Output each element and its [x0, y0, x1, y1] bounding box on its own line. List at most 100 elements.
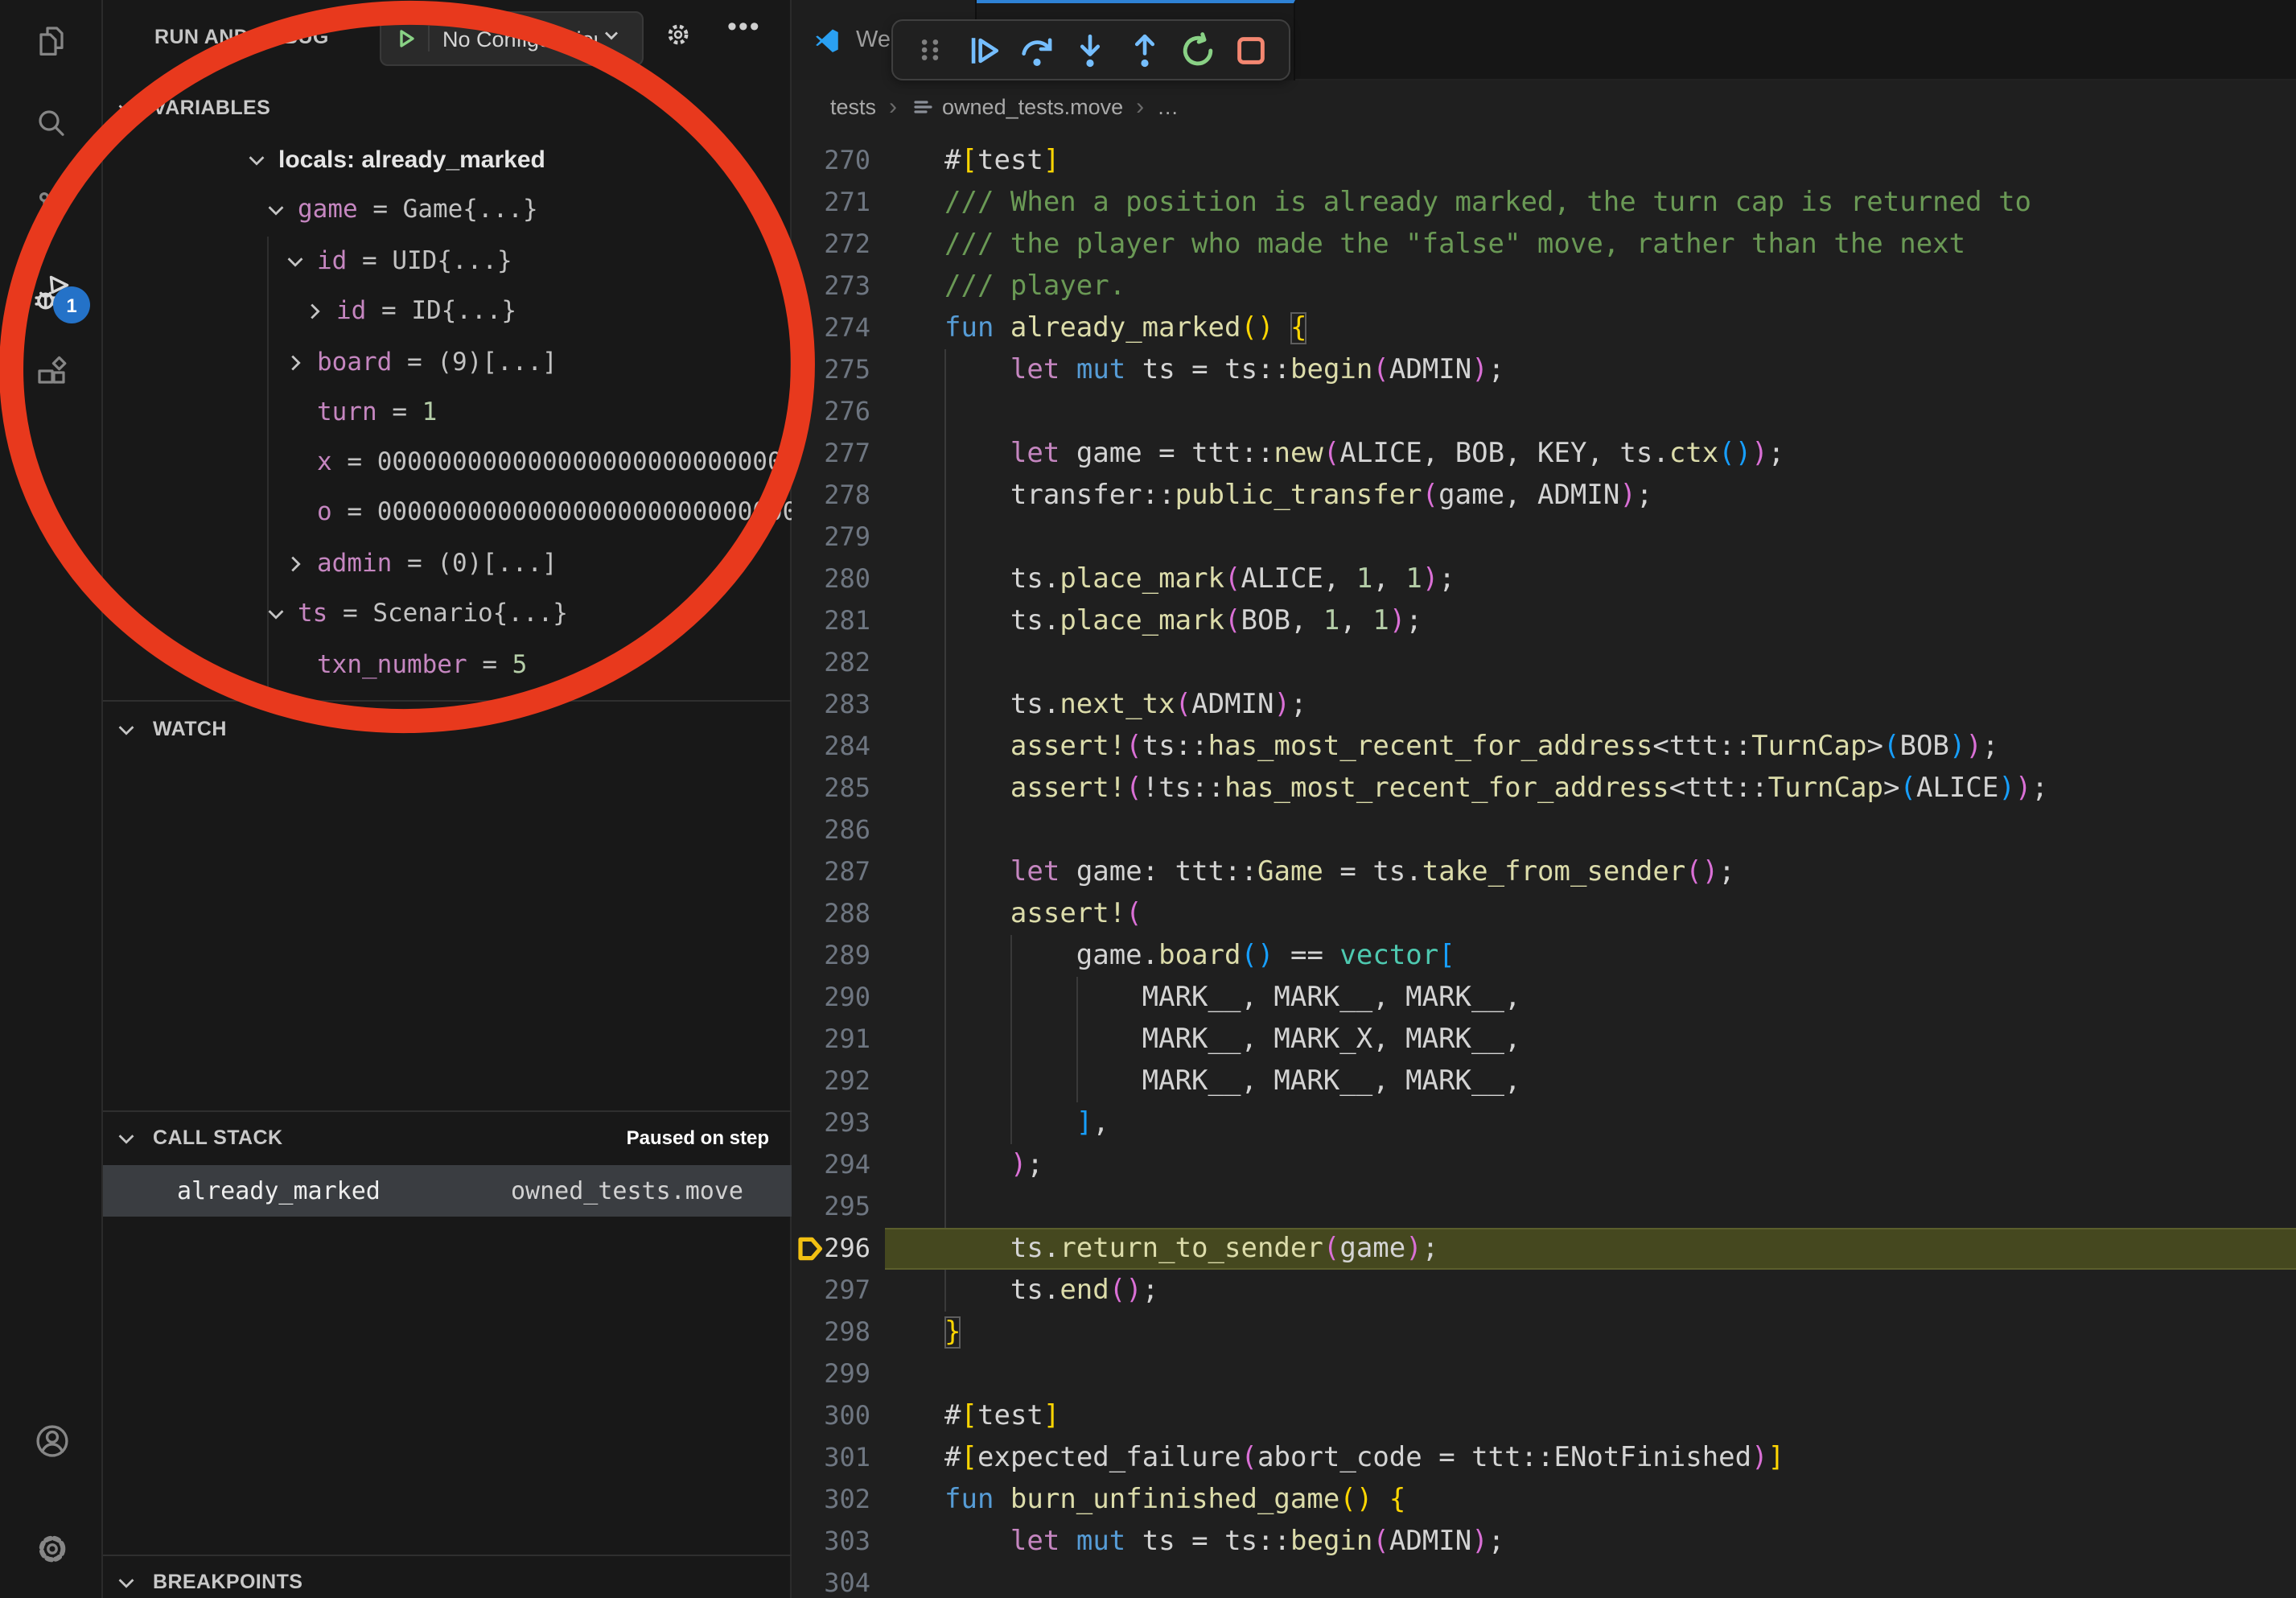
line-number[interactable]: 273: [792, 266, 885, 307]
variable-row[interactable]: board = (9)[...]: [103, 338, 792, 388]
code-line[interactable]: 289 game.board() == vector[: [792, 935, 2296, 977]
variable-row[interactable]: id = UID{...}: [103, 237, 792, 286]
search-icon[interactable]: [0, 85, 103, 163]
debug-settings-gear-icon[interactable]: [663, 19, 693, 58]
chevron-down-icon[interactable]: [264, 198, 290, 222]
code-line[interactable]: 276: [792, 391, 2296, 433]
breadcrumb-item[interactable]: tests: [830, 95, 876, 119]
code-line[interactable]: 286: [792, 809, 2296, 851]
code-line[interactable]: 304: [792, 1563, 2296, 1598]
code-line[interactable]: 292 MARK__, MARK__, MARK__,: [792, 1061, 2296, 1102]
code-line[interactable]: 297 ts.end();: [792, 1270, 2296, 1312]
variable-row[interactable]: o = 0000000000000000000000000000000…: [103, 488, 792, 537]
line-number[interactable]: 287: [792, 851, 885, 893]
explorer-icon[interactable]: [0, 3, 103, 80]
line-number[interactable]: 285: [792, 768, 885, 809]
line-number[interactable]: 298: [792, 1312, 885, 1353]
code-line[interactable]: 275 let mut ts = ts::begin(ADMIN);: [792, 349, 2296, 391]
drag-handle-icon[interactable]: [909, 29, 951, 71]
line-number[interactable]: 284: [792, 726, 885, 768]
run-and-debug-icon[interactable]: 1: [0, 254, 103, 332]
code-line[interactable]: 283 ts.next_tx(ADMIN);: [792, 684, 2296, 726]
code-line[interactable]: 271/// When a position is already marked…: [792, 182, 2296, 224]
line-number[interactable]: 283: [792, 684, 885, 726]
code-line[interactable]: 299: [792, 1353, 2296, 1395]
section-header-call-stack[interactable]: CALL STACK Paused on step: [103, 1114, 792, 1162]
code-line[interactable]: 278 transfer::public_transfer(game, ADMI…: [792, 475, 2296, 517]
code-line[interactable]: 300#[test]: [792, 1395, 2296, 1437]
code-line[interactable]: 272/// the player who made the "false" m…: [792, 224, 2296, 266]
code-editor[interactable]: 270#[test]271/// When a position is alre…: [792, 134, 2296, 1598]
line-number[interactable]: 299: [792, 1353, 885, 1395]
variable-row[interactable]: id = ID{...}: [103, 286, 792, 336]
line-number[interactable]: 297: [792, 1270, 885, 1312]
line-number[interactable]: 281: [792, 600, 885, 642]
chevron-down-icon[interactable]: [283, 249, 309, 274]
code-line[interactable]: 295: [792, 1186, 2296, 1228]
line-number[interactable]: 286: [792, 809, 885, 851]
code-line[interactable]: 303 let mut ts = ts::begin(ADMIN);: [792, 1521, 2296, 1563]
code-line[interactable]: 294 );: [792, 1144, 2296, 1186]
code-line[interactable]: 298}: [792, 1312, 2296, 1353]
variable-row[interactable]: txn_number = 5: [103, 640, 792, 690]
code-line[interactable]: 288 assert!(: [792, 893, 2296, 935]
line-number[interactable]: 272: [792, 224, 885, 266]
line-number[interactable]: 295: [792, 1186, 885, 1228]
step-out-button[interactable]: [1124, 29, 1166, 71]
source-control-icon[interactable]: [0, 169, 103, 246]
line-number[interactable]: 301: [792, 1437, 885, 1479]
line-number[interactable]: 290: [792, 977, 885, 1019]
code-line[interactable]: 274fun already_marked() {: [792, 307, 2296, 349]
line-number[interactable]: 292: [792, 1061, 885, 1102]
variable-row[interactable]: admin = (0)[...]: [103, 539, 792, 589]
chevron-right-icon[interactable]: [283, 351, 309, 375]
variable-row[interactable]: game = Game{...}: [103, 185, 792, 235]
step-over-button[interactable]: [1016, 29, 1058, 71]
section-header-variables[interactable]: VARIABLES: [103, 84, 792, 132]
code-line[interactable]: 290 MARK__, MARK__, MARK__,: [792, 977, 2296, 1019]
stop-button[interactable]: [1231, 29, 1273, 71]
code-line[interactable]: 281 ts.place_mark(BOB, 1, 1);: [792, 600, 2296, 642]
line-number[interactable]: 277: [792, 433, 885, 475]
breadcrumb-item[interactable]: …: [1157, 95, 1179, 119]
line-number[interactable]: 275: [792, 349, 885, 391]
line-number[interactable]: 291: [792, 1019, 885, 1061]
line-number[interactable]: 304: [792, 1563, 885, 1598]
line-number[interactable]: 289: [792, 935, 885, 977]
extensions-icon[interactable]: [0, 332, 103, 409]
line-number[interactable]: 294: [792, 1144, 885, 1186]
line-number[interactable]: 279: [792, 517, 885, 558]
variable-row[interactable]: x = 0000000000000000000000000000000…: [103, 438, 792, 488]
section-header-watch[interactable]: WATCH: [103, 705, 792, 753]
chevron-right-icon[interactable]: [283, 552, 309, 576]
account-icon[interactable]: [0, 1402, 103, 1479]
code-line[interactable]: 301#[expected_failure(abort_code = ttt::…: [792, 1437, 2296, 1479]
call-stack-frame[interactable]: already_marked owned_tests.move: [103, 1165, 792, 1217]
chevron-down-icon[interactable]: [264, 602, 290, 626]
line-number[interactable]: 278: [792, 475, 885, 517]
code-line[interactable]: 270#[test]: [792, 140, 2296, 182]
more-actions-icon[interactable]: •••: [727, 11, 761, 43]
chevron-down-icon[interactable]: [245, 148, 270, 172]
code-line[interactable]: 287 let game: ttt::Game = ts.take_from_s…: [792, 851, 2296, 893]
line-number[interactable]: 270: [792, 140, 885, 182]
line-number[interactable]: 293: [792, 1102, 885, 1144]
restart-button[interactable]: [1177, 29, 1219, 71]
variable-row[interactable]: turn = 1: [103, 388, 792, 438]
line-number[interactable]: 276: [792, 391, 885, 433]
code-line[interactable]: 280 ts.place_mark(ALICE, 1, 1);: [792, 558, 2296, 600]
line-number[interactable]: 303: [792, 1521, 885, 1563]
code-line[interactable]: 279: [792, 517, 2296, 558]
code-line[interactable]: 293 ],: [792, 1102, 2296, 1144]
settings-gear-icon[interactable]: [0, 1509, 103, 1587]
code-line[interactable]: 284 assert!(ts::has_most_recent_for_addr…: [792, 726, 2296, 768]
chevron-right-icon[interactable]: [302, 299, 328, 323]
continue-button[interactable]: [963, 29, 1005, 71]
step-into-button[interactable]: [1070, 29, 1112, 71]
breadcrumb-item[interactable]: owned_tests.move: [910, 95, 1123, 119]
code-line[interactable]: 285 assert!(!ts::has_most_recent_for_add…: [792, 768, 2296, 809]
variable-row[interactable]: ts = Scenario{...}: [103, 589, 792, 639]
debug-config-dropdown[interactable]: No Configurations: [380, 11, 644, 66]
code-line[interactable]: 273/// player.: [792, 266, 2296, 307]
code-line[interactable]: 296 ts.return_to_sender(game);: [792, 1228, 2296, 1270]
